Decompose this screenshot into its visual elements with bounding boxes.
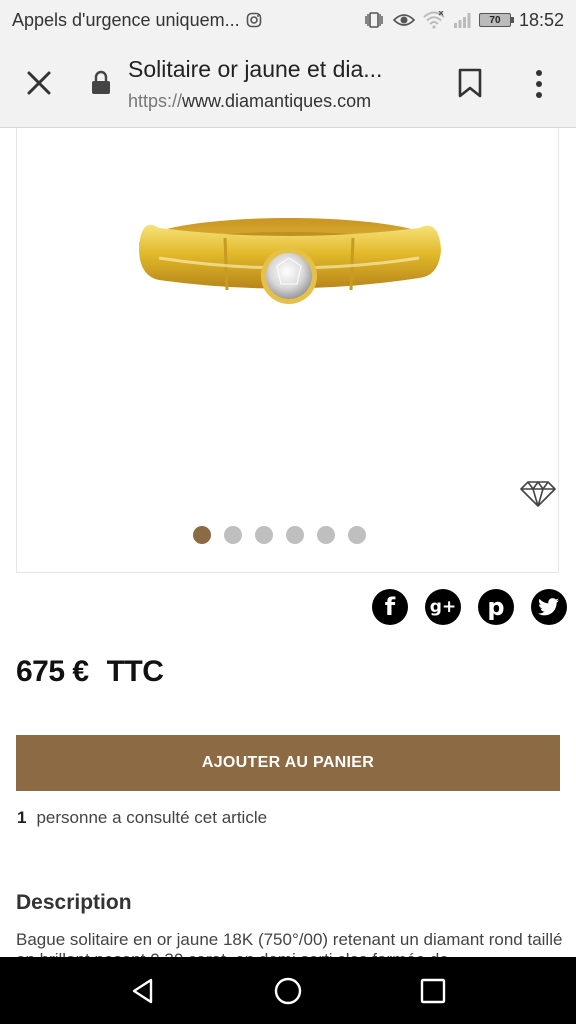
- share-buttons: f g+ p: [372, 589, 567, 625]
- pinterest-icon[interactable]: p: [478, 589, 514, 625]
- system-navbar: [0, 957, 576, 1024]
- bookmark-icon[interactable]: [457, 68, 483, 103]
- battery-level: 70: [489, 14, 501, 26]
- browser-toolbar: Solitaire or jaune et dia... https://www…: [0, 40, 576, 128]
- viewers-count: 1: [17, 808, 27, 827]
- status-left: Appels d'urgence uniquem...: [12, 10, 262, 31]
- status-right: 70 18:52: [363, 10, 564, 31]
- battery-icon: 70: [478, 13, 514, 27]
- viewers-text: personne a consulté cet article: [36, 808, 268, 827]
- notification-text: Appels d'urgence uniquem...: [12, 9, 240, 30]
- add-to-cart-button[interactable]: AJOUTER AU PANIER: [16, 735, 560, 791]
- close-icon[interactable]: [22, 66, 56, 100]
- facebook-icon[interactable]: f: [372, 589, 408, 625]
- google-plus-icon[interactable]: g+: [425, 589, 461, 625]
- diamond-icon: [519, 480, 557, 513]
- eye-icon: [392, 12, 415, 28]
- price-value: 675 €: [16, 655, 89, 688]
- product-price: 675 € TTC: [16, 655, 164, 689]
- more-vert-icon[interactable]: [528, 66, 550, 102]
- gallery-dot[interactable]: [317, 526, 335, 544]
- back-icon[interactable]: [123, 971, 163, 1011]
- page-title[interactable]: Solitaire or jaune et dia...: [128, 56, 382, 83]
- gallery-dot[interactable]: [224, 526, 242, 544]
- gallery-dot[interactable]: [255, 526, 273, 544]
- gallery-dot[interactable]: [348, 526, 366, 544]
- page-content[interactable]: f g+ p 675 € TTC AJOUTER AU PANIER 1 per…: [0, 128, 576, 957]
- url-host: www.diamantiques.com: [182, 91, 372, 111]
- status-bar: Appels d'urgence uniquem... 70 18:52: [0, 0, 576, 40]
- google-plus-label: g+: [429, 597, 457, 617]
- facebook-label: f: [384, 593, 396, 621]
- tax-label: TTC: [106, 655, 164, 688]
- home-icon[interactable]: [268, 971, 308, 1011]
- description-heading: Description: [16, 891, 132, 914]
- gallery-dot[interactable]: [286, 526, 304, 544]
- gallery-pagination[interactable]: [17, 526, 558, 544]
- url-protocol: https://: [128, 91, 183, 111]
- clock: 18:52: [518, 9, 564, 30]
- twitter-icon[interactable]: [531, 589, 567, 625]
- gallery-dot[interactable]: [193, 526, 211, 544]
- ring-image: [129, 166, 449, 331]
- description-text: Bague solitaire en or jaune 18K (750°/00…: [16, 930, 563, 957]
- lock-icon: [90, 70, 112, 101]
- url-bar[interactable]: https://www.diamantiques.com: [128, 91, 371, 112]
- viewers-info: 1 personne a consulté cet article: [17, 808, 267, 828]
- pinterest-label: p: [487, 593, 505, 621]
- wifi-icon: [423, 11, 445, 29]
- recents-icon[interactable]: [413, 971, 453, 1011]
- vibrate-icon: [363, 11, 385, 29]
- instagram-icon: [246, 12, 262, 28]
- product-gallery[interactable]: [16, 128, 559, 573]
- signal-icon: [453, 11, 471, 29]
